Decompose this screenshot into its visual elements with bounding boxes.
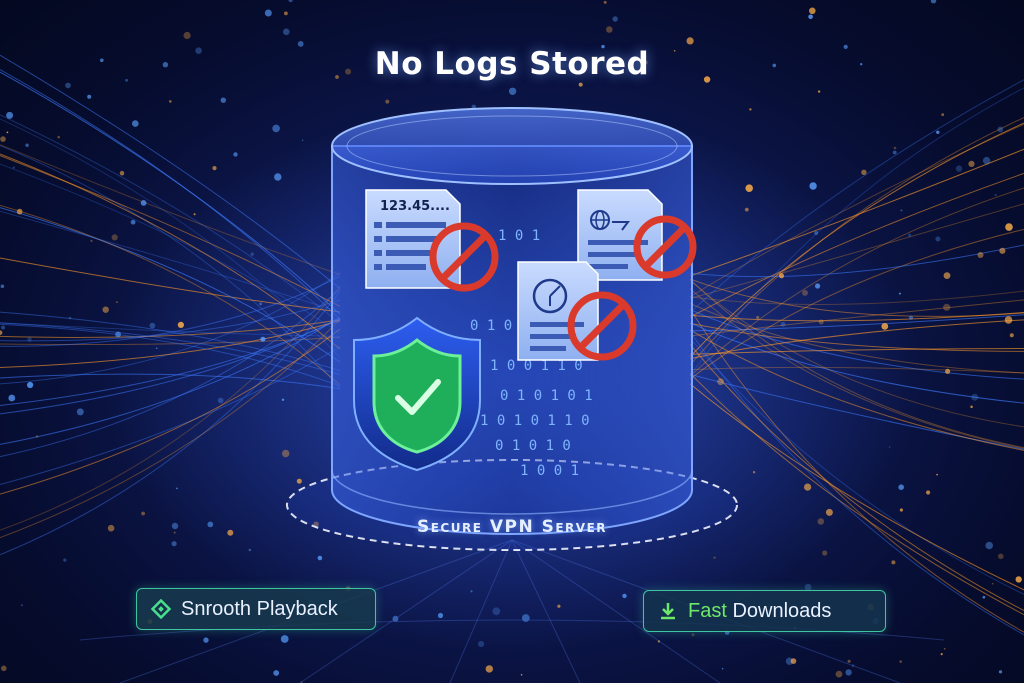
vpn-server-illustration: 1 0 1 0 1 0 1 0 1 1 0 0 1 1 0 0 1 0 1 0 … [286,107,738,551]
shield-check-icon [353,316,481,472]
svg-text:0 1 0 1 0: 0 1 0 1 0 [495,438,571,454]
download-icon [658,601,678,621]
smooth-playback-label: Snrooth Playback [181,597,338,620]
svg-text:0 1 0 1 0 1: 0 1 0 1 0 1 [500,388,593,404]
fast-label: Fast [688,599,727,622]
smooth-playback-badge: Snrooth Playback [136,588,376,630]
downloads-label: Downloads [732,599,832,622]
svg-text:1 0 0 1: 1 0 0 1 [520,463,579,479]
server-label: Secure VPN Server [416,517,607,537]
svg-text:123.45....: 123.45.... [380,199,450,214]
fast-downloads-badge: Fast Downloads [643,590,886,632]
svg-text:1 0 1 0 1 1 0: 1 0 1 0 1 1 0 [480,413,590,429]
svg-text:1 0 1: 1 0 1 [498,228,540,244]
diamond-icon [150,598,172,620]
